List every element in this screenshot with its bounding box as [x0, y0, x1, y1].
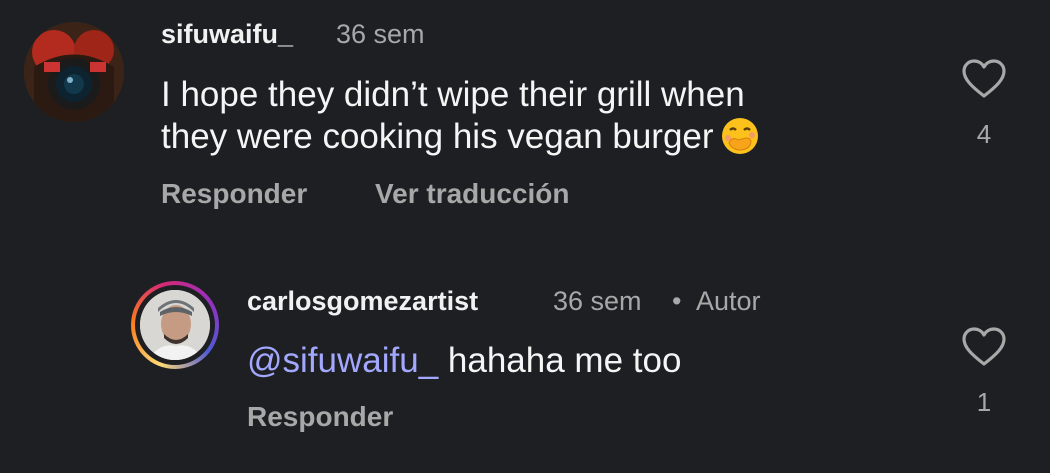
like-count: 1 — [976, 387, 992, 417]
avatar[interactable] — [24, 22, 124, 122]
heart-outline-icon[interactable] — [961, 58, 1007, 105]
face-with-hand-over-mouth-icon — [720, 116, 760, 156]
comment-text-line: they were cooking his vegan burger — [161, 117, 714, 156]
comment-text-line: I hope they didn’t wipe their grill when — [161, 75, 745, 114]
reply-button[interactable]: Responder — [247, 401, 393, 433]
see-translation-button[interactable]: Ver traducción — [375, 178, 570, 210]
avatar[interactable] — [140, 290, 210, 360]
mention-link[interactable]: @sifuwaifu_ — [247, 341, 438, 380]
comment-text: I hope they didn’t wipe their grill when… — [161, 74, 881, 159]
author-badge: Autor — [696, 286, 761, 316]
heart-outline-icon[interactable] — [961, 326, 1007, 373]
comment-timestamp: 36 sem — [553, 286, 642, 316]
comment-timestamp: 36 sem — [336, 19, 425, 49]
comment-text-body: hahaha me too — [447, 341, 682, 380]
reply-button[interactable]: Responder — [161, 178, 307, 210]
comment-username[interactable]: carlosgomezartist — [247, 286, 478, 317]
like-count: 4 — [976, 119, 992, 149]
comment-username[interactable]: sifuwaifu_ — [161, 19, 293, 50]
meta-separator: • — [672, 286, 682, 316]
comment-text: @sifuwaifu_ hahaha me too — [247, 340, 967, 382]
